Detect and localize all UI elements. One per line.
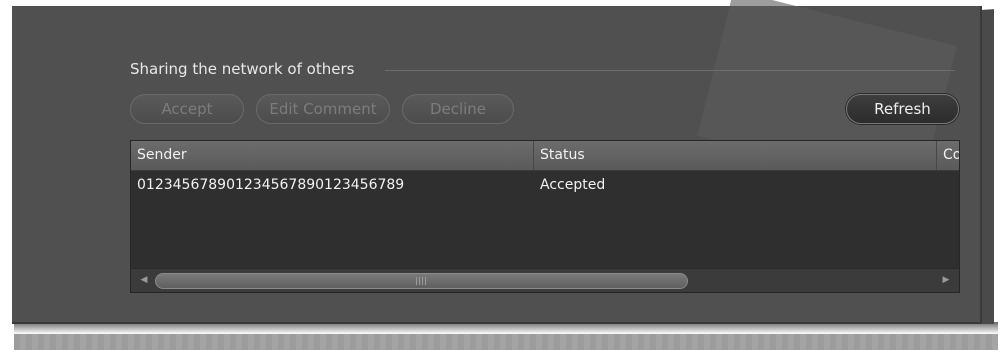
column-header-comment[interactable]: Co	[937, 141, 959, 170]
cell-status: Accepted	[540, 177, 606, 193]
shared-networks-table[interactable]: Sender Status Co 01234567890123456789012…	[130, 140, 960, 293]
column-header-status[interactable]: Status	[534, 141, 937, 170]
table-row[interactable]: 012345678901234567890123456789 Accepted	[131, 173, 959, 197]
horizontal-scrollbar[interactable]: ◀ ▶	[131, 268, 959, 292]
edit-comment-button[interactable]: Edit Comment	[256, 94, 390, 124]
accept-button[interactable]: Accept	[130, 94, 244, 124]
section-title: Sharing the network of others	[130, 60, 355, 78]
scroll-right-icon[interactable]: ▶	[939, 273, 953, 287]
refresh-button[interactable]: Refresh	[846, 94, 959, 124]
decline-button[interactable]: Decline	[402, 94, 514, 124]
table-header: Sender Status Co	[131, 141, 959, 171]
section-divider	[385, 70, 955, 71]
grip-icon	[416, 277, 426, 285]
scroll-left-icon[interactable]: ◀	[137, 273, 151, 287]
scrollbar-thumb[interactable]	[155, 273, 688, 289]
cell-sender: 012345678901234567890123456789	[137, 177, 405, 193]
column-header-sender[interactable]: Sender	[131, 141, 534, 170]
